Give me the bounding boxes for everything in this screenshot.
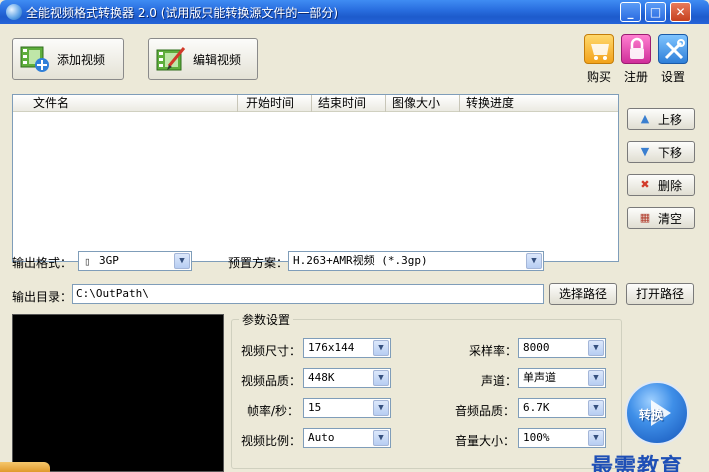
taskbar-start-peek xyxy=(0,462,50,472)
move-up-label: 上移 xyxy=(658,112,683,127)
preset-label: 预置方案： xyxy=(228,256,289,270)
file-list-header: 文件名 开始时间 结束时间 图像大小 转换进度 xyxy=(13,95,618,112)
channel-value: 单声道 xyxy=(523,371,556,384)
chevron-down-icon[interactable]: ▼ xyxy=(174,253,190,269)
column-header-filename[interactable]: 文件名 xyxy=(13,95,238,112)
column-header-progress[interactable]: 转换进度 xyxy=(460,95,540,112)
volume-label: 音量大小： xyxy=(455,434,516,448)
move-down-button[interactable]: ▼ 下移 xyxy=(627,141,695,163)
aspect-ratio-select[interactable]: Auto ▼ xyxy=(303,428,391,448)
video-quality-label: 视频品质： xyxy=(241,374,302,388)
video-quality-select[interactable]: 448K ▼ xyxy=(303,368,391,388)
minimize-button[interactable]: _ xyxy=(620,2,641,22)
file-list[interactable]: 文件名 开始时间 结束时间 图像大小 转换进度 xyxy=(12,94,619,262)
audio-quality-value: 6.7K xyxy=(523,401,550,414)
delete-label: 删除 xyxy=(658,178,683,193)
window-title: 全能视频格式转换器 2.0 (试用版只能转换源文件的一部分) xyxy=(26,6,339,20)
choose-path-button[interactable]: 选择路径 xyxy=(549,283,617,305)
video-size-select[interactable]: 176x144 ▼ xyxy=(303,338,391,358)
convert-label: 转换 xyxy=(639,408,664,422)
frame-rate-label: 帧率/秒： xyxy=(247,404,300,418)
arrow-up-icon: ▲ xyxy=(640,112,650,125)
preset-select[interactable]: H.263+AMR视频 (*.3gp) ▼ xyxy=(288,251,544,271)
video-quality-value: 448K xyxy=(308,371,335,384)
output-format-value: 3GP xyxy=(99,254,119,267)
edit-video-button[interactable]: 编辑视频 xyxy=(148,38,258,80)
clear-button[interactable]: ▦ 清空 xyxy=(627,207,695,229)
channel-label: 声道： xyxy=(481,374,518,388)
add-video-button[interactable]: 添加视频 xyxy=(12,38,124,80)
video-size-value: 176x144 xyxy=(308,341,355,354)
output-dir-field[interactable]: C:\OutPath\ xyxy=(72,284,544,304)
close-button[interactable]: ✕ xyxy=(670,2,691,22)
maximize-button[interactable]: □ xyxy=(645,2,666,22)
column-header-image-size[interactable]: 图像大小 xyxy=(386,95,460,112)
move-down-label: 下移 xyxy=(658,145,683,160)
watermark: 最需教育 xyxy=(591,454,684,472)
video-preview xyxy=(12,314,224,472)
delete-x-icon: ✖ xyxy=(640,178,650,191)
settings-label: 设置 xyxy=(660,70,685,84)
aspect-ratio-value: Auto xyxy=(308,431,335,444)
open-path-button[interactable]: 打开路径 xyxy=(626,283,694,305)
settings-button[interactable]: 设置 xyxy=(653,34,693,85)
sample-rate-select[interactable]: 8000 ▼ xyxy=(518,338,606,358)
convert-button[interactable]: 转换 xyxy=(625,381,689,445)
register-label: 注册 xyxy=(623,70,648,84)
output-format-select[interactable]: ▯ 3GP ▼ xyxy=(78,251,192,271)
volume-select[interactable]: 100% ▼ xyxy=(518,428,606,448)
column-header-start-time[interactable]: 开始时间 xyxy=(238,95,312,112)
chevron-down-icon[interactable]: ▼ xyxy=(373,430,389,446)
lock-icon xyxy=(621,34,651,64)
buy-button[interactable]: 购买 xyxy=(579,34,619,85)
video-size-label: 视频尺寸： xyxy=(241,344,302,358)
delete-button[interactable]: ✖ 删除 xyxy=(627,174,695,196)
add-video-icon xyxy=(19,44,51,74)
audio-quality-select[interactable]: 6.7K ▼ xyxy=(518,398,606,418)
preset-value: H.263+AMR视频 (*.3gp) xyxy=(293,254,428,267)
add-video-label: 添加视频 xyxy=(57,52,106,67)
chevron-down-icon[interactable]: ▼ xyxy=(373,400,389,416)
frame-rate-value: 15 xyxy=(308,401,322,414)
chevron-down-icon[interactable]: ▼ xyxy=(588,370,604,386)
main-panel: 添加视频 编辑视频 购买 注册 设置 文件名 开始时间 结束时间 图像大小 转换… xyxy=(3,24,706,472)
buy-label: 购买 xyxy=(586,70,611,84)
cart-icon xyxy=(584,34,614,64)
title-bar[interactable]: 全能视频格式转换器 2.0 (试用版只能转换源文件的一部分) _ □ ✕ xyxy=(0,0,709,24)
sample-rate-label: 采样率： xyxy=(469,344,518,358)
clear-list-icon: ▦ xyxy=(639,211,651,224)
chevron-down-icon[interactable]: ▼ xyxy=(588,340,604,356)
channel-select[interactable]: 单声道 ▼ xyxy=(518,368,606,388)
chevron-down-icon[interactable]: ▼ xyxy=(588,430,604,446)
column-header-end-time[interactable]: 结束时间 xyxy=(312,95,386,112)
edit-video-icon xyxy=(155,44,187,74)
chevron-down-icon[interactable]: ▼ xyxy=(526,253,542,269)
output-format-label: 输出格式： xyxy=(12,256,73,270)
frame-rate-select[interactable]: 15 ▼ xyxy=(303,398,391,418)
chevron-down-icon[interactable]: ▼ xyxy=(373,370,389,386)
tools-icon xyxy=(658,34,688,64)
arrow-down-icon: ▼ xyxy=(640,145,650,158)
sample-rate-value: 8000 xyxy=(523,341,550,354)
aspect-ratio-label: 视频比例： xyxy=(241,434,302,448)
move-up-button[interactable]: ▲ 上移 xyxy=(627,108,695,130)
volume-value: 100% xyxy=(523,431,550,444)
output-dir-label: 输出目录： xyxy=(12,290,73,304)
register-button[interactable]: 注册 xyxy=(616,34,656,85)
app-icon xyxy=(6,4,22,20)
phone-icon: ▯ xyxy=(84,255,91,268)
edit-video-label: 编辑视频 xyxy=(193,52,242,67)
chevron-down-icon[interactable]: ▼ xyxy=(373,340,389,356)
audio-quality-label: 音频品质： xyxy=(455,404,516,418)
chevron-down-icon[interactable]: ▼ xyxy=(588,400,604,416)
clear-label: 清空 xyxy=(658,211,683,226)
params-group-title: 参数设置 xyxy=(239,311,294,328)
